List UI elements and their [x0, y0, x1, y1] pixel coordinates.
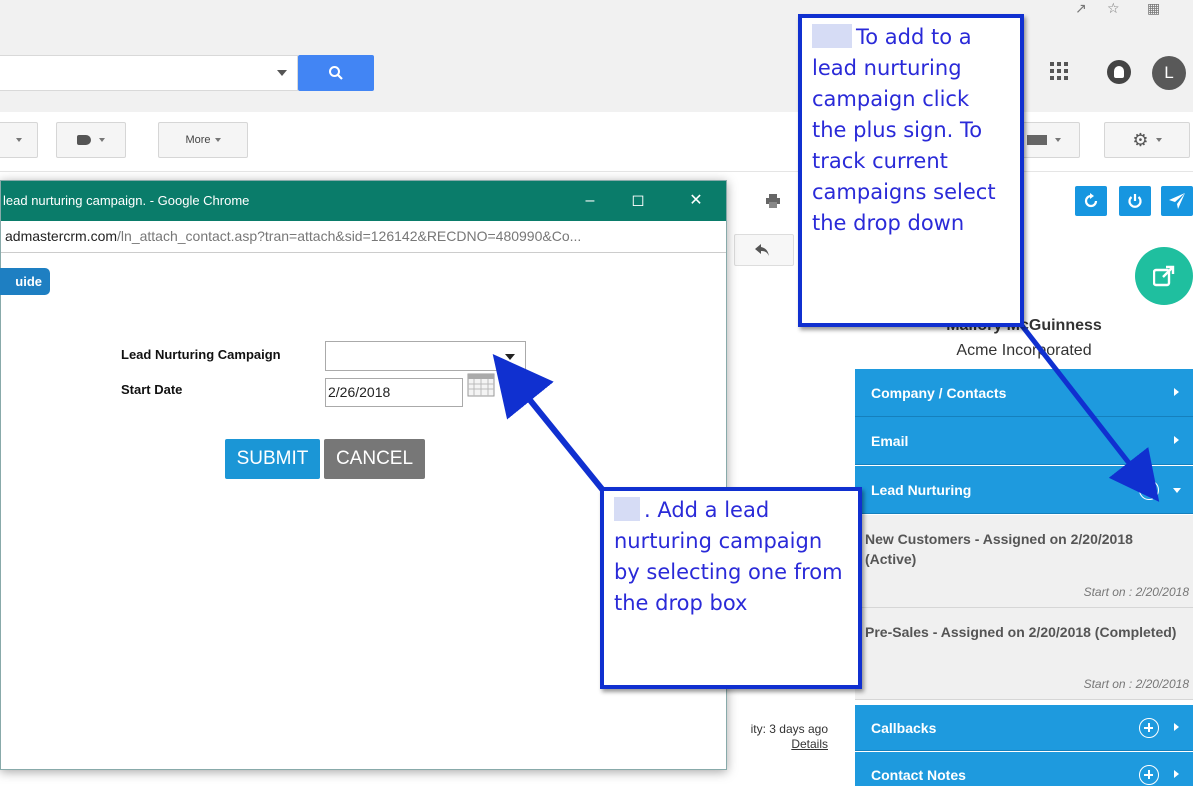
labels-button[interactable]	[56, 122, 126, 158]
section-label: Lead Nurturing	[871, 482, 972, 498]
campaign-title: Pre-Sales - Assigned on 2/20/2018 (Compl…	[865, 624, 1177, 640]
add-callback-plus-icon[interactable]	[1139, 718, 1159, 738]
open-crm-button[interactable]	[1135, 247, 1193, 305]
annotation-callout-plus-sign: To add to a lead nurturing campaign clic…	[798, 14, 1024, 327]
maximize-icon[interactable]: ◻	[615, 181, 661, 221]
section-label: Email	[871, 433, 909, 449]
start-date-label: Start Date	[121, 382, 183, 397]
chevron-down-icon	[214, 138, 221, 143]
close-icon[interactable]: ✕	[673, 181, 719, 221]
power-button[interactable]	[1119, 186, 1151, 216]
search-input[interactable]	[0, 55, 298, 91]
minimize-icon[interactable]: –	[567, 181, 613, 221]
submit-button[interactable]: SUBMIT	[225, 439, 320, 479]
campaign-start-date: Start on : 2/20/2018	[1083, 677, 1189, 691]
search-button[interactable]	[298, 55, 374, 91]
external-link-icon	[1153, 265, 1175, 287]
annotation-callout-dropdown: . Add a lead nurturing campaign by selec…	[600, 487, 862, 689]
search-icon	[329, 66, 343, 80]
redacted-step-number	[614, 497, 640, 521]
gear-icon: ⚙	[1132, 130, 1149, 151]
last-activity: ity: 3 days ago Details	[728, 722, 828, 752]
section-email[interactable]: Email	[855, 417, 1193, 465]
popup-address-bar[interactable]: admastercrm.com/ln_attach_contact.asp?tr…	[1, 221, 726, 253]
chevron-down-icon	[1054, 138, 1061, 143]
add-note-plus-icon[interactable]	[1139, 765, 1159, 785]
refresh-icon	[1084, 193, 1098, 208]
chevron-down-icon	[1155, 138, 1162, 143]
section-label: Callbacks	[871, 720, 937, 736]
redacted-step-number	[812, 24, 852, 48]
window-title: lead nurturing campaign. - Google Chrome	[3, 193, 250, 208]
chevron-down-icon	[98, 138, 105, 143]
settings-button[interactable]: ⚙	[1104, 122, 1190, 158]
calendar-icon[interactable]	[467, 373, 495, 397]
chevron-down-icon	[505, 354, 515, 360]
notifications-icon[interactable]	[1107, 60, 1131, 84]
campaign-label: Lead Nurturing Campaign	[121, 347, 281, 362]
add-campaign-plus-icon[interactable]	[1139, 480, 1159, 500]
section-lead-nurturing[interactable]: Lead Nurturing	[855, 466, 1193, 514]
avatar[interactable]: L	[1152, 56, 1186, 90]
chevron-right-icon	[1174, 723, 1179, 731]
browser-toolbar-icons: ↗ ☆ ▦	[1069, 0, 1189, 22]
power-icon	[1128, 194, 1142, 208]
star-icon[interactable]: ☆	[1107, 0, 1120, 17]
callout-text: . Add a lead nurturing campaign by selec…	[614, 498, 843, 615]
url-path: /ln_attach_contact.asp?tran=attach&sid=1…	[117, 228, 582, 244]
section-company-contacts[interactable]: Company / Contacts	[855, 369, 1193, 417]
section-label: Company / Contacts	[871, 385, 1007, 401]
details-link[interactable]: Details	[728, 737, 828, 752]
send-button[interactable]	[1161, 186, 1193, 216]
apps-grid-icon[interactable]	[1050, 62, 1068, 80]
campaign-item[interactable]: New Customers - Assigned on 2/20/2018 (A…	[855, 515, 1193, 608]
section-callbacks[interactable]: Callbacks	[855, 705, 1193, 751]
refresh-button[interactable]	[1075, 186, 1107, 216]
campaign-dropdown[interactable]	[325, 341, 526, 371]
campaign-start-date: Start on : 2/20/2018	[1083, 585, 1189, 599]
move-to-button[interactable]	[0, 122, 38, 158]
popup-titlebar: lead nurturing campaign. - Google Chrome…	[1, 181, 726, 221]
paper-plane-icon	[1169, 193, 1185, 209]
section-contact-notes[interactable]: Contact Notes	[855, 752, 1193, 786]
extension-badge-icon[interactable]: ▦	[1147, 0, 1160, 17]
more-label: More	[185, 134, 211, 146]
more-button[interactable]: More	[158, 122, 248, 158]
chevron-right-icon	[1174, 436, 1179, 444]
chevron-down-icon	[16, 138, 22, 143]
last-activity-text: ity: 3 days ago	[750, 722, 828, 736]
extension-icon[interactable]: ↗	[1075, 0, 1087, 17]
cancel-button[interactable]: CANCEL	[324, 439, 425, 479]
search-options-caret-icon[interactable]	[277, 70, 287, 76]
print-icon[interactable]	[766, 194, 780, 208]
campaign-item[interactable]: Pre-Sales - Assigned on 2/20/2018 (Compl…	[855, 608, 1193, 700]
url-host: admastercrm.com	[5, 228, 118, 244]
start-date-input[interactable]: 2/26/2018	[325, 378, 463, 407]
section-label: Contact Notes	[871, 767, 966, 783]
label-tag-icon	[77, 135, 92, 146]
chevron-down-icon[interactable]	[1173, 488, 1181, 493]
chevron-right-icon	[1174, 388, 1179, 396]
keyboard-icon	[1027, 135, 1048, 146]
guide-button[interactable]: uide	[0, 268, 50, 295]
chevron-right-icon	[1174, 770, 1179, 778]
reply-arrow-icon	[755, 244, 769, 256]
callout-text: To add to a lead nurturing campaign clic…	[812, 25, 996, 235]
reply-button[interactable]	[734, 234, 794, 266]
campaign-title: New Customers - Assigned on 2/20/2018 (A…	[865, 531, 1133, 567]
company-name: Acme Incorporated	[956, 342, 1092, 359]
